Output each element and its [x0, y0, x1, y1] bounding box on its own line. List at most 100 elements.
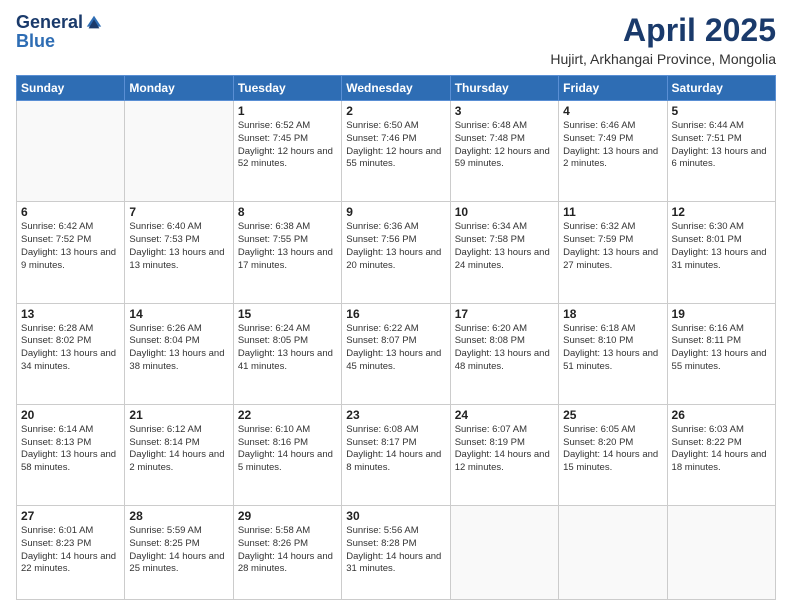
calendar-cell: 17 Sunrise: 6:20 AM Sunset: 8:08 PM Dayli… [450, 303, 558, 404]
day-number: 17 [455, 307, 554, 321]
calendar-cell: 27 Sunrise: 6:01 AM Sunset: 8:23 PM Dayli… [17, 506, 125, 600]
day-number: 20 [21, 408, 120, 422]
calendar-cell: 4 Sunrise: 6:46 AM Sunset: 7:49 PM Daylig… [559, 101, 667, 202]
calendar-week-row: 1 Sunrise: 6:52 AM Sunset: 7:45 PM Daylig… [17, 101, 776, 202]
day-info: Sunrise: 6:50 AM Sunset: 7:46 PM Dayligh… [346, 120, 445, 171]
day-number: 1 [238, 104, 337, 118]
calendar-cell: 2 Sunrise: 6:50 AM Sunset: 7:46 PM Daylig… [342, 101, 450, 202]
calendar-cell: 22 Sunrise: 6:10 AM Sunset: 8:16 PM Dayli… [233, 404, 341, 505]
day-info: Sunrise: 6:40 AM Sunset: 7:53 PM Dayligh… [129, 221, 228, 272]
day-number: 23 [346, 408, 445, 422]
calendar-cell: 9 Sunrise: 6:36 AM Sunset: 7:56 PM Daylig… [342, 202, 450, 303]
day-number: 22 [238, 408, 337, 422]
day-number: 9 [346, 205, 445, 219]
calendar-cell [17, 101, 125, 202]
calendar-week-row: 6 Sunrise: 6:42 AM Sunset: 7:52 PM Daylig… [17, 202, 776, 303]
day-info: Sunrise: 6:38 AM Sunset: 7:55 PM Dayligh… [238, 221, 337, 272]
day-info: Sunrise: 6:24 AM Sunset: 8:05 PM Dayligh… [238, 323, 337, 374]
calendar-cell: 24Sunrise: 6:07 AM Sunset: 8:19 PM Dayli… [450, 404, 558, 505]
day-number: 12 [672, 205, 771, 219]
weekday-header-thursday: Thursday [450, 76, 558, 101]
title-section: April 2025 Hujirt, Arkhangai Province, M… [550, 12, 776, 67]
calendar-cell [559, 506, 667, 600]
calendar: SundayMondayTuesdayWednesdayThursdayFrid… [16, 75, 776, 600]
logo: General Blue [16, 12, 103, 52]
day-info: Sunrise: 6:22 AM Sunset: 8:07 PM Dayligh… [346, 323, 445, 374]
day-info: Sunrise: 6:10 AM Sunset: 8:16 PM Dayligh… [238, 424, 337, 475]
day-info: Sunrise: 6:03 AM Sunset: 8:22 PM Dayligh… [672, 424, 771, 475]
calendar-week-row: 20 Sunrise: 6:14 AM Sunset: 8:13 PM Dayli… [17, 404, 776, 505]
weekday-header-sunday: Sunday [17, 76, 125, 101]
day-number: 16 [346, 307, 445, 321]
day-info: Sunrise: 6:20 AM Sunset: 8:08 PM Dayligh… [455, 323, 554, 374]
day-number: 18 [563, 307, 662, 321]
day-number: 21 [129, 408, 228, 422]
day-number: 19 [672, 307, 771, 321]
day-number: 27 [21, 509, 120, 523]
calendar-cell: 15 Sunrise: 6:24 AM Sunset: 8:05 PM Dayli… [233, 303, 341, 404]
day-info: Sunrise: 6:08 AM Sunset: 8:17 PM Dayligh… [346, 424, 445, 475]
weekday-header-tuesday: Tuesday [233, 76, 341, 101]
day-number: 8 [238, 205, 337, 219]
calendar-week-row: 13 Sunrise: 6:28 AM Sunset: 8:02 PM Dayli… [17, 303, 776, 404]
day-number: 14 [129, 307, 228, 321]
calendar-cell [667, 506, 775, 600]
day-number: 25 [563, 408, 662, 422]
day-number: 13 [21, 307, 120, 321]
day-number: 11 [563, 205, 662, 219]
day-number: 30 [346, 509, 445, 523]
day-number: 15 [238, 307, 337, 321]
calendar-cell: 26Sunrise: 6:03 AM Sunset: 8:22 PM Dayli… [667, 404, 775, 505]
calendar-cell: 12 Sunrise: 6:30 AM Sunset: 8:01 PM Dayli… [667, 202, 775, 303]
calendar-week-row: 27 Sunrise: 6:01 AM Sunset: 8:23 PM Dayli… [17, 506, 776, 600]
day-info: Sunrise: 5:56 AM Sunset: 8:28 PM Dayligh… [346, 525, 445, 576]
day-number: 29 [238, 509, 337, 523]
day-number: 3 [455, 104, 554, 118]
calendar-cell: 21 Sunrise: 6:12 AM Sunset: 8:14 PM Dayli… [125, 404, 233, 505]
day-info: Sunrise: 6:36 AM Sunset: 7:56 PM Dayligh… [346, 221, 445, 272]
day-info: Sunrise: 6:42 AM Sunset: 7:52 PM Dayligh… [21, 221, 120, 272]
day-info: Sunrise: 6:01 AM Sunset: 8:23 PM Dayligh… [21, 525, 120, 576]
calendar-cell: 16 Sunrise: 6:22 AM Sunset: 8:07 PM Dayli… [342, 303, 450, 404]
calendar-cell: 10 Sunrise: 6:34 AM Sunset: 7:58 PM Dayli… [450, 202, 558, 303]
day-info: Sunrise: 6:44 AM Sunset: 7:51 PM Dayligh… [672, 120, 771, 171]
weekday-header-friday: Friday [559, 76, 667, 101]
day-number: 2 [346, 104, 445, 118]
calendar-cell: 6 Sunrise: 6:42 AM Sunset: 7:52 PM Daylig… [17, 202, 125, 303]
day-number: 6 [21, 205, 120, 219]
calendar-cell: 14 Sunrise: 6:26 AM Sunset: 8:04 PM Dayli… [125, 303, 233, 404]
day-info: Sunrise: 6:26 AM Sunset: 8:04 PM Dayligh… [129, 323, 228, 374]
calendar-cell: 18Sunrise: 6:18 AM Sunset: 8:10 PM Dayli… [559, 303, 667, 404]
day-info: Sunrise: 6:30 AM Sunset: 8:01 PM Dayligh… [672, 221, 771, 272]
day-info: Sunrise: 6:52 AM Sunset: 7:45 PM Dayligh… [238, 120, 337, 171]
calendar-cell: 3 Sunrise: 6:48 AM Sunset: 7:48 PM Daylig… [450, 101, 558, 202]
day-info: Sunrise: 6:12 AM Sunset: 8:14 PM Dayligh… [129, 424, 228, 475]
day-info: Sunrise: 6:28 AM Sunset: 8:02 PM Dayligh… [21, 323, 120, 374]
calendar-cell: 1 Sunrise: 6:52 AM Sunset: 7:45 PM Daylig… [233, 101, 341, 202]
day-info: Sunrise: 5:58 AM Sunset: 8:26 PM Dayligh… [238, 525, 337, 576]
day-number: 28 [129, 509, 228, 523]
calendar-cell: 30 Sunrise: 5:56 AM Sunset: 8:28 PM Dayli… [342, 506, 450, 600]
day-number: 4 [563, 104, 662, 118]
calendar-cell: 11 Sunrise: 6:32 AM Sunset: 7:59 PM Dayli… [559, 202, 667, 303]
calendar-cell: 28Sunrise: 5:59 AM Sunset: 8:25 PM Dayli… [125, 506, 233, 600]
calendar-cell: 20 Sunrise: 6:14 AM Sunset: 8:13 PM Dayli… [17, 404, 125, 505]
day-info: Sunrise: 6:32 AM Sunset: 7:59 PM Dayligh… [563, 221, 662, 272]
day-info: Sunrise: 6:46 AM Sunset: 7:49 PM Dayligh… [563, 120, 662, 171]
calendar-cell: 29 Sunrise: 5:58 AM Sunset: 8:26 PM Dayli… [233, 506, 341, 600]
header: General Blue April 2025 Hujirt, Arkhanga… [16, 12, 776, 67]
day-number: 10 [455, 205, 554, 219]
calendar-cell: 7Sunrise: 6:40 AM Sunset: 7:53 PM Daylig… [125, 202, 233, 303]
day-info: Sunrise: 6:14 AM Sunset: 8:13 PM Dayligh… [21, 424, 120, 475]
day-info: Sunrise: 6:05 AM Sunset: 8:20 PM Dayligh… [563, 424, 662, 475]
calendar-cell: 23 Sunrise: 6:08 AM Sunset: 8:17 PM Dayli… [342, 404, 450, 505]
day-number: 24 [455, 408, 554, 422]
calendar-cell: 25 Sunrise: 6:05 AM Sunset: 8:20 PM Dayli… [559, 404, 667, 505]
calendar-cell: 19Sunrise: 6:16 AM Sunset: 8:11 PM Dayli… [667, 303, 775, 404]
day-info: Sunrise: 6:34 AM Sunset: 7:58 PM Dayligh… [455, 221, 554, 272]
page: General Blue April 2025 Hujirt, Arkhanga… [0, 0, 792, 612]
day-info: Sunrise: 6:48 AM Sunset: 7:48 PM Dayligh… [455, 120, 554, 171]
main-title: April 2025 [550, 12, 776, 49]
calendar-cell [125, 101, 233, 202]
weekday-header-monday: Monday [125, 76, 233, 101]
